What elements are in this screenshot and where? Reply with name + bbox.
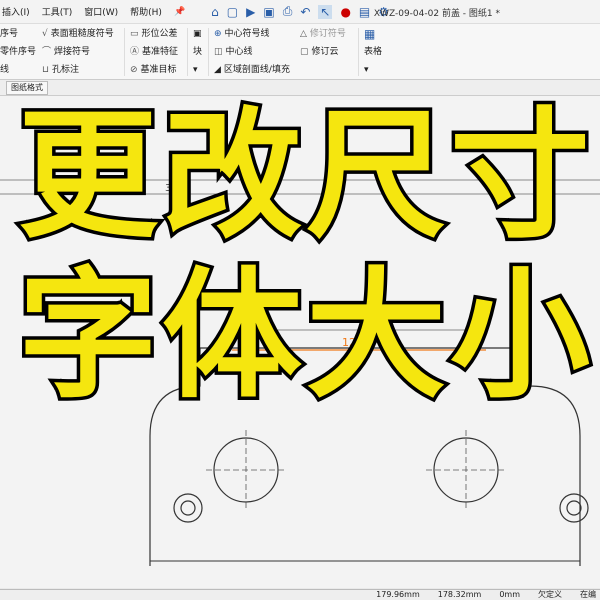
cloud-icon: ▢ [300,47,309,57]
hole-callout-icon: ⊔ [42,65,50,75]
geometric-tolerance-button[interactable]: ▭ 形位公差 [130,28,178,40]
center-mark-button[interactable]: ⊕ 中心符号线 [214,28,290,40]
window-title: XWZ-09-04-02 前盖 - 图纸1 * [373,9,500,19]
quick-access-toolbar: ⌂ ▢ ▶ ▣ ⎙ ↶ ↖ ● ▤ ⚙ [211,4,389,19]
surface-finish-button[interactable]: √ 表面粗糙度符号 [42,28,114,40]
revision-symbol-button[interactable]: △ 修订符号 [300,28,346,40]
weld-symbol-button[interactable]: ⌒ 焊接符号 [42,46,114,58]
status-z: 0mm [499,590,520,599]
gtol-icon: ▭ [130,29,139,39]
overlay-title-line2: 字体大小 [15,254,595,418]
new-file-icon[interactable]: ▢ [227,5,238,19]
status-definition: 欠定义 [538,590,562,599]
status-y: 178.32mm [437,590,482,599]
annotation-ribbon: 序号 零件序号 线 √ 表面粗糙度符号 ⌒ 焊接符号 ⊔ 孔标注 ▭ 形位公差 Ⓐ 基准特… [0,24,600,80]
datum-feature-button[interactable]: Ⓐ 基准特征 [130,46,178,58]
datum-target-button[interactable]: ⊘ 基准目标 [130,64,178,76]
block-button[interactable]: 块 [193,46,202,58]
table-icon[interactable]: ▦ [364,28,382,40]
line-button[interactable]: 线 [0,64,36,76]
hatch-icon: ◢ [214,65,221,75]
surface-finish-icon: √ [42,29,48,39]
status-bar: 179.96mm 178.32mm 0mm 欠定义 在编 [0,589,600,600]
pin-icon[interactable]: 📌 [174,7,185,17]
table-dropdown[interactable]: ▾ [364,64,382,76]
print-icon[interactable]: ⎙ [283,4,293,19]
revision-icon: △ [300,29,307,39]
centerline-icon: ◫ [214,47,223,57]
tab-sheet-format[interactable]: 图纸格式 [6,81,48,95]
undo-icon[interactable]: ↶ [300,5,310,19]
table-button[interactable]: 表格 [364,46,382,58]
weld-icon: ⌒ [42,47,52,57]
block-icon[interactable]: ▣ [193,28,202,40]
save-icon[interactable]: ▣ [263,5,274,19]
rebuild-icon[interactable]: ● [340,5,350,19]
datum-icon: Ⓐ [130,47,140,57]
home-icon[interactable]: ⌂ [211,5,219,19]
select-icon[interactable]: ↖ [318,4,333,19]
status-x: 179.96mm [376,590,420,599]
block-dropdown[interactable]: ▾ [193,64,202,76]
overlay-title-line1: 更改尺寸 [15,94,595,258]
menu-bar: 插入(I) 工具(T) 窗口(W) 帮助(H) 📌 ⌂ ▢ ▶ ▣ ⎙ ↶ ↖ … [0,0,600,24]
status-mode: 在编 [580,590,596,599]
auto-balloon-button[interactable]: 零件序号 [0,46,36,58]
hole-callout-button[interactable]: ⊔ 孔标注 [42,64,114,76]
menu-help[interactable]: 帮助(H) [130,5,162,18]
menu-window[interactable]: 窗口(W) [84,5,118,18]
menu-insert[interactable]: 插入(I) [2,5,30,18]
file-properties-icon[interactable]: ▤ [359,5,370,19]
datum-target-icon: ⊘ [130,65,138,75]
balloon-button[interactable]: 序号 [0,28,36,40]
menu-tools[interactable]: 工具(T) [42,5,73,18]
open-icon[interactable]: ▶ [246,5,255,19]
center-mark-icon: ⊕ [214,29,222,39]
centerline-button[interactable]: ◫ 中心线 [214,46,290,58]
area-hatch-button[interactable]: ◢ 区域剖面线/填充 [214,64,290,76]
revision-cloud-button[interactable]: ▢ 修订云 [300,46,346,58]
